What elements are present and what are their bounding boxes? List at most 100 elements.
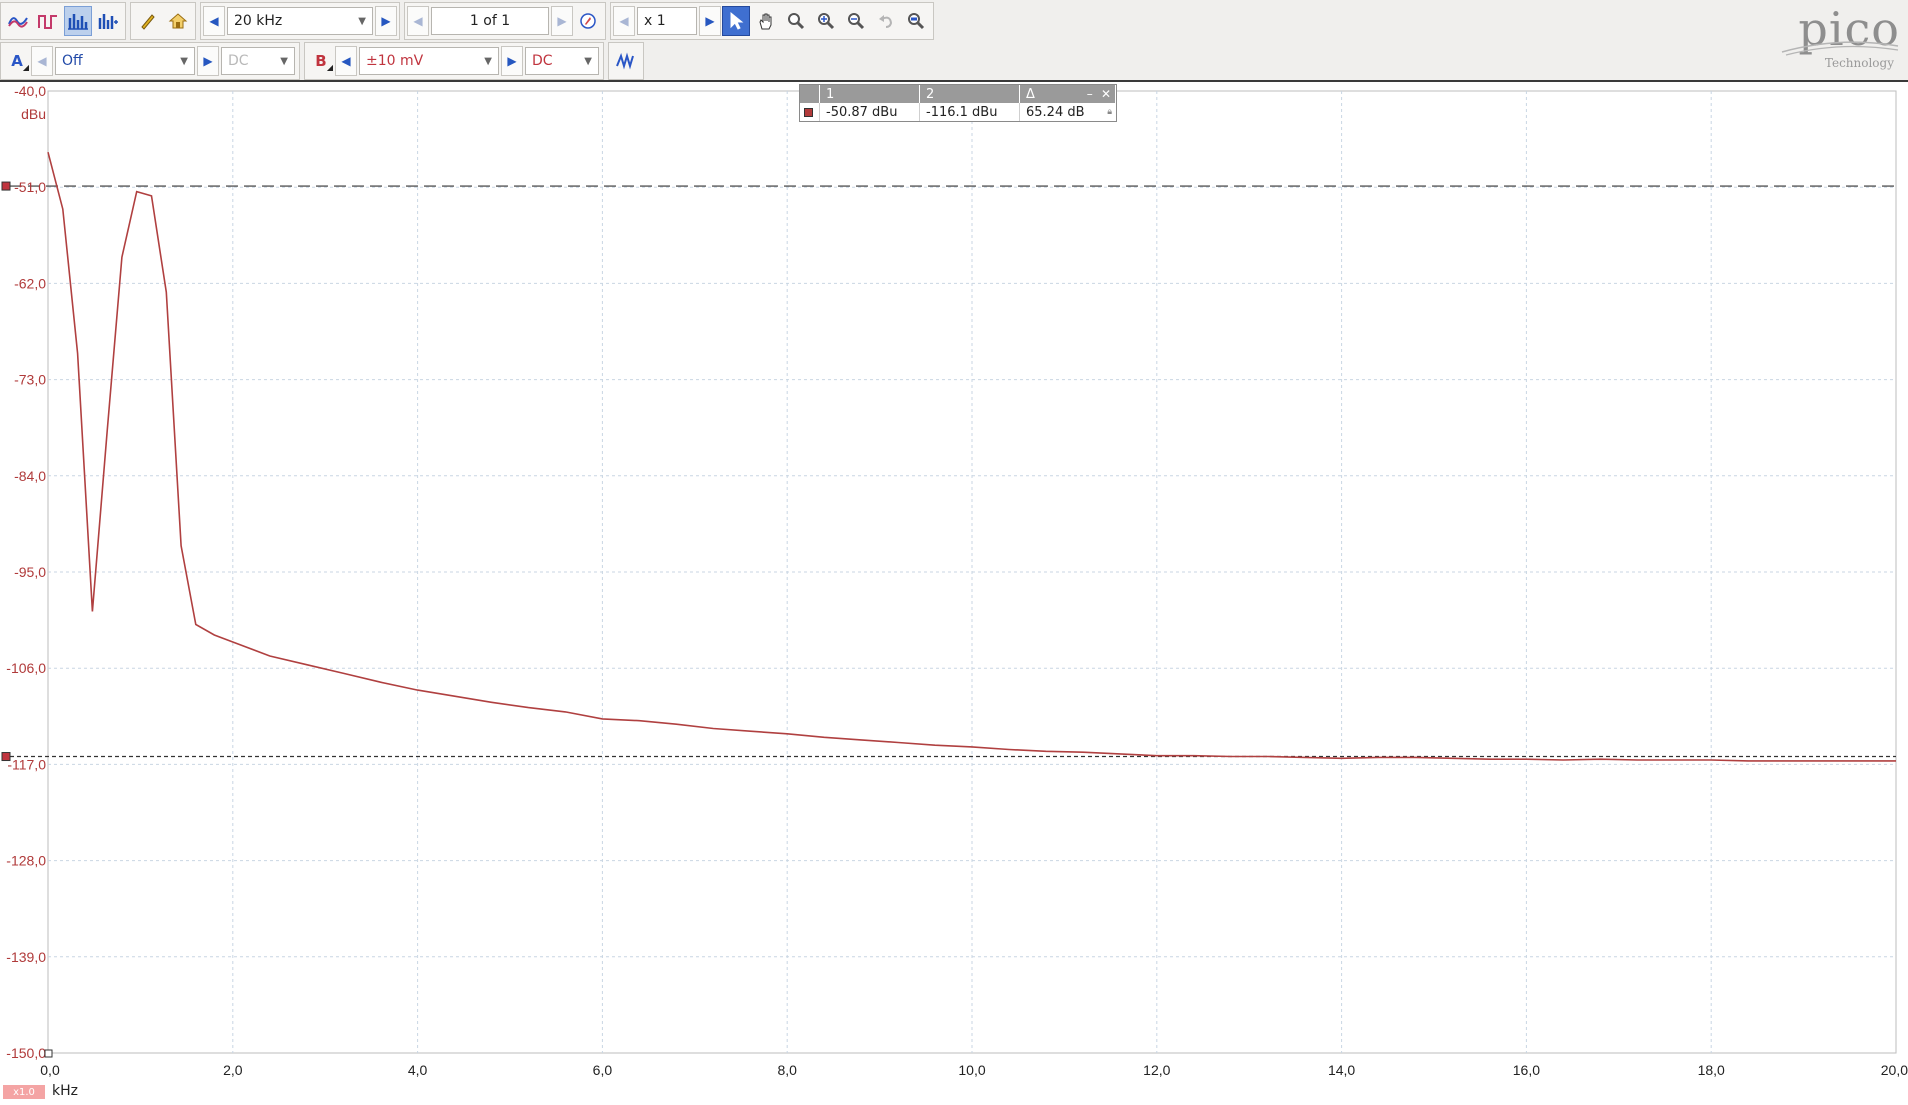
page-indicator: 1 of 1 bbox=[431, 7, 549, 35]
delta-value: 65.24 dB bbox=[1026, 104, 1085, 120]
y-tick-label: -95,0 bbox=[14, 564, 46, 580]
buffer-navigator-icon[interactable] bbox=[574, 6, 602, 36]
y-axis-ticks: -40,0 -51,0 -62,0 -73,0 -84,0 -95,0 -106,0 -117… bbox=[6, 83, 46, 1061]
measurement-header-1: 1 bbox=[820, 85, 920, 103]
table-controls: – ✕ bbox=[1083, 87, 1111, 102]
y-tick-label: -106,0 bbox=[6, 660, 46, 676]
x-axis-ticks: 0,0 2,0 4,0 6,0 8,0 10,0 12,0 14,0 16,0 18,0 20,0 bbox=[40, 1049, 1908, 1078]
channel-a-range-prev-button[interactable]: ◀ bbox=[31, 46, 53, 76]
zoom-next-button[interactable]: ▶ bbox=[699, 6, 721, 36]
x-tick-label: 12,0 bbox=[1143, 1062, 1170, 1078]
y-axis-unit-label: dBu bbox=[21, 106, 46, 122]
page-prev-button[interactable]: ◀ bbox=[407, 6, 429, 36]
chevron-down-icon: ▼ bbox=[280, 55, 288, 67]
zoom-factor-field[interactable]: x 1 bbox=[637, 7, 697, 35]
ruler-lines[interactable] bbox=[1, 181, 1896, 762]
y-tick-label: -84,0 bbox=[14, 468, 46, 484]
persistence-mode-icon[interactable] bbox=[34, 6, 62, 36]
chevron-down-icon: ▼ bbox=[358, 15, 366, 27]
scale-badge: x1.0 bbox=[3, 1085, 45, 1099]
chevron-down-icon: ▼ bbox=[484, 55, 492, 67]
plot-grid bbox=[47, 90, 1897, 1054]
delta-value-cell: 65.24 dB 🔒︎ bbox=[1020, 103, 1116, 121]
channel-b-label: B bbox=[315, 52, 327, 70]
y-tick-label: -150,0 bbox=[6, 1045, 46, 1061]
channel-a-label: A bbox=[11, 52, 23, 70]
pointer-tool-icon[interactable] bbox=[722, 6, 750, 36]
toolbar-row-channels: A ◢ ◀ Off ▼ ▶ DC ▼ B ◢ ◀ ±10 mV ▼ ▶ DC ▼ bbox=[0, 42, 648, 80]
zoom-in-icon[interactable] bbox=[812, 6, 840, 36]
x-tick-label: 0,0 bbox=[40, 1062, 60, 1078]
channel-b-range-prev-button[interactable]: ◀ bbox=[335, 46, 357, 76]
x-tick-label: 10,0 bbox=[958, 1062, 985, 1078]
x-tick-label: 2,0 bbox=[223, 1062, 243, 1078]
y-tick-label: -40,0 bbox=[14, 83, 46, 99]
home-icon[interactable] bbox=[164, 6, 192, 36]
pico-logo: pico Technology bbox=[1750, 2, 1900, 74]
timebase-value: 20 kHz bbox=[234, 13, 283, 29]
channel-b-coupling-select[interactable]: DC ▼ bbox=[525, 47, 599, 75]
buffer-group: ◀ 1 of 1 ▶ bbox=[404, 2, 606, 40]
measurement-row: -50.87 dBu -116.1 dBu 65.24 dB 🔒︎ bbox=[800, 103, 1116, 121]
probe-icon[interactable] bbox=[134, 6, 162, 36]
channel-a-coupling-select[interactable]: DC ▼ bbox=[221, 47, 295, 75]
channel-b-group: B ◢ ◀ ±10 mV ▼ ▶ DC ▼ bbox=[304, 42, 604, 80]
corner-triangle-icon: ◢ bbox=[22, 63, 29, 72]
zoom-group: ◀ x 1 ▶ bbox=[610, 2, 934, 40]
x-tick-label: 14,0 bbox=[1328, 1062, 1355, 1078]
measurement-row-marker-cell bbox=[800, 103, 820, 121]
zoom-out-icon[interactable] bbox=[842, 6, 870, 36]
chevron-down-icon: ▼ bbox=[584, 55, 592, 67]
measurement-header-delta: Δ bbox=[1026, 86, 1035, 102]
ruler-2-value: -116.1 dBu bbox=[920, 103, 1020, 121]
ruler-measurement-table[interactable]: 1 2 Δ – ✕ -50.87 dBu -116.1 dBu 65.24 dB… bbox=[799, 84, 1117, 122]
timebase-select[interactable]: 20 kHz ▼ bbox=[227, 7, 373, 35]
lock-icon[interactable]: 🔒︎ bbox=[1107, 107, 1112, 117]
zoom-to-fit-icon[interactable] bbox=[902, 6, 930, 36]
scope-mode-icon[interactable] bbox=[4, 6, 32, 36]
zoom-select-icon[interactable] bbox=[782, 6, 810, 36]
zoom-prev-button[interactable]: ◀ bbox=[613, 6, 635, 36]
spectrum-mode-icon[interactable] bbox=[64, 6, 92, 36]
toolbar-area: ◀ 20 kHz ▼ ▶ ◀ 1 of 1 ▶ ◀ x 1 ▶ A ◢ ◀ Of… bbox=[0, 0, 1908, 82]
y-tick-label: -51,0 bbox=[14, 179, 46, 195]
channel-a-range-select[interactable]: Off ▼ bbox=[55, 47, 195, 75]
measurement-header-delta-cell: Δ – ✕ bbox=[1020, 85, 1116, 103]
minimize-icon[interactable]: – bbox=[1087, 87, 1093, 101]
channel-b-range-select[interactable]: ±10 mV ▼ bbox=[359, 47, 499, 75]
timebase-prev-button[interactable]: ◀ bbox=[203, 6, 225, 36]
ruler-1-value: -50.87 dBu bbox=[820, 103, 920, 121]
y-tick-label: -117,0 bbox=[7, 756, 46, 772]
x-tick-label: 4,0 bbox=[408, 1062, 428, 1078]
channel-b-button[interactable]: B ◢ bbox=[307, 46, 335, 76]
channel-a-range-next-button[interactable]: ▶ bbox=[197, 46, 219, 76]
hand-tool-icon[interactable] bbox=[752, 6, 780, 36]
tools-group bbox=[130, 2, 196, 40]
y-tick-label: -73,0 bbox=[14, 372, 46, 388]
ruler-handle-1-icon[interactable] bbox=[1, 181, 11, 191]
math-group bbox=[608, 42, 644, 80]
channel-b-range-value: ±10 mV bbox=[366, 53, 424, 69]
toolbar-row-main: ◀ 20 kHz ▼ ▶ ◀ 1 of 1 ▶ ◀ x 1 ▶ bbox=[0, 2, 938, 40]
undo-zoom-icon[interactable] bbox=[872, 6, 900, 36]
page-next-button[interactable]: ▶ bbox=[551, 6, 573, 36]
math-channel-icon[interactable] bbox=[612, 46, 640, 76]
channel-b-range-next-button[interactable]: ▶ bbox=[501, 46, 523, 76]
measurement-header-spacer bbox=[800, 85, 820, 103]
x-tick-label: 8,0 bbox=[777, 1062, 797, 1078]
x-tick-label: 20,0 bbox=[1881, 1062, 1908, 1078]
x-axis-unit-label: kHz bbox=[52, 1083, 78, 1099]
spectrum-plot[interactable]: -40,0 -51,0 -62,0 -73,0 -84,0 -95,0 -106,0 -117… bbox=[0, 82, 1908, 1105]
channel-a-range-value: Off bbox=[62, 53, 83, 69]
corner-triangle-icon: ◢ bbox=[326, 63, 333, 72]
x-tick-label: 6,0 bbox=[593, 1062, 613, 1078]
add-view-icon[interactable] bbox=[94, 6, 122, 36]
origin-marker-icon bbox=[44, 1049, 53, 1058]
channel-b-marker-icon bbox=[804, 107, 813, 117]
close-icon[interactable]: ✕ bbox=[1101, 87, 1111, 101]
measurement-header-row: 1 2 Δ – ✕ bbox=[800, 85, 1116, 103]
channel-a-button[interactable]: A ◢ bbox=[3, 46, 31, 76]
chevron-down-icon: ▼ bbox=[180, 55, 188, 67]
timebase-next-button[interactable]: ▶ bbox=[375, 6, 397, 36]
timebase-group: ◀ 20 kHz ▼ ▶ bbox=[200, 2, 400, 40]
